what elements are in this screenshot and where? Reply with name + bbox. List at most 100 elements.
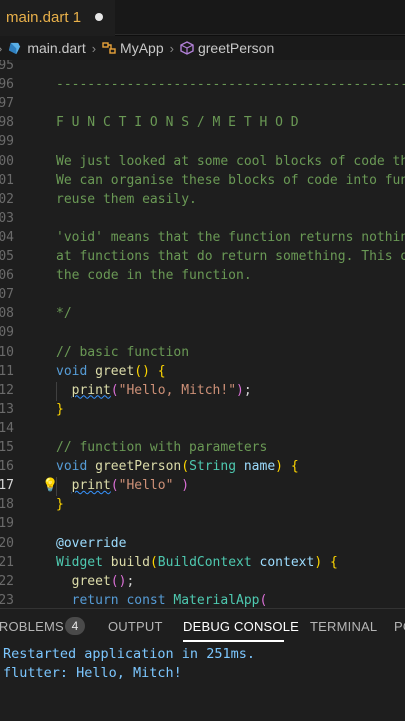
- line-number: 107: [0, 287, 14, 303]
- code-line[interactable]: 120 @override: [0, 534, 405, 553]
- method-symbol-icon: [180, 41, 194, 55]
- lightbulb-icon[interactable]: 💡: [42, 478, 58, 493]
- line-number: 98: [0, 115, 14, 131]
- code-line[interactable]: 96 --------------------------------------…: [0, 75, 405, 94]
- code-text: the code in the function.: [56, 268, 252, 284]
- code-text: F U N C T I O N S / M E T H O D: [56, 115, 299, 131]
- code-line[interactable]: 103: [0, 209, 405, 228]
- code-line[interactable]: 100 We just looked at some cool blocks of…: [0, 152, 405, 171]
- chevron-right-icon: ›: [91, 40, 97, 56]
- line-number: 102: [0, 191, 14, 207]
- line-number: 99: [0, 134, 14, 150]
- code-line[interactable]: 111 void greet() {: [0, 362, 405, 381]
- code-text: */: [56, 306, 72, 322]
- line-number: 113: [0, 401, 14, 417]
- code-line[interactable]: 119: [0, 514, 405, 533]
- line-number: 115: [0, 440, 14, 455]
- tab-ports[interactable]: PORTS: [394, 619, 405, 634]
- code-text: // function with parameters: [56, 440, 268, 455]
- code-line[interactable]: 123 return const MaterialApp(: [0, 591, 405, 608]
- line-number: 104: [0, 229, 14, 245]
- class-symbol-icon: [102, 42, 116, 54]
- code-text: }: [56, 401, 64, 417]
- code-text: void greet() {: [56, 363, 166, 379]
- line-number: 96: [0, 77, 14, 93]
- line-number: 110: [0, 344, 14, 360]
- code-line[interactable]: 108 */: [0, 304, 405, 323]
- code-line[interactable]: 118}: [0, 495, 405, 514]
- code-text: print("Hello" ): [71, 478, 190, 494]
- code-line[interactable]: 107: [0, 285, 405, 304]
- code-line[interactable]: 95: [0, 60, 405, 75]
- tab-terminal[interactable]: TERMINAL: [310, 619, 377, 634]
- line-number: 95: [0, 60, 14, 73]
- breadcrumb-class[interactable]: MyApp: [102, 40, 164, 56]
- code-text: void greetPerson(String name) {: [56, 459, 299, 475]
- tab-problems[interactable]: PROBLEMS: [0, 619, 64, 634]
- code-text: return const MaterialApp(: [71, 592, 268, 608]
- line-number: 117: [0, 478, 14, 494]
- code-line[interactable]: 117 print("Hello" ): [0, 476, 405, 495]
- line-number: 112: [0, 382, 14, 398]
- active-tab-indicator: [183, 640, 284, 642]
- code-text: We just looked at some cool blocks of co…: [56, 153, 405, 169]
- line-number: 106: [0, 268, 14, 284]
- code-line[interactable]: 101 We can organise these blocks of code …: [0, 171, 405, 190]
- line-number: 109: [0, 325, 14, 341]
- unsaved-dot-icon[interactable]: [95, 13, 104, 21]
- line-number: 114: [0, 420, 14, 436]
- code-line[interactable]: 99: [0, 132, 405, 151]
- line-number: 118: [0, 497, 14, 513]
- line-number: 123: [0, 592, 14, 608]
- breadcrumb-file-label: main.dart: [27, 40, 86, 56]
- line-number: 119: [0, 516, 14, 532]
- code-line[interactable]: 105 at functions that do return something…: [0, 247, 405, 266]
- code-line[interactable]: 113}: [0, 400, 405, 419]
- tab-main-dart[interactable]: main.dart 1: [0, 0, 116, 36]
- line-number: 103: [0, 210, 14, 226]
- code-line[interactable]: 110 // basic function: [0, 343, 405, 362]
- line-number: 116: [0, 459, 14, 475]
- line-number: 105: [0, 249, 14, 264]
- code-text: ----------------------------------------…: [56, 77, 405, 93]
- code-line[interactable]: 102 reuse them easily.: [0, 190, 405, 209]
- line-number: 108: [0, 306, 14, 322]
- code-line[interactable]: 109: [0, 323, 405, 342]
- code-text: at functions that do return something. T…: [56, 249, 405, 264]
- line-number: 120: [0, 535, 14, 551]
- code-text: @override: [56, 535, 127, 551]
- code-line[interactable]: 97: [0, 94, 405, 113]
- breadcrumb-method-label: greetPerson: [197, 40, 275, 56]
- code-line[interactable]: 122 greet();: [0, 572, 405, 591]
- code-line[interactable]: 115 // function with parameters: [0, 438, 405, 457]
- console-line: flutter: Hello, Mitch!: [3, 665, 182, 681]
- code-line[interactable]: 114: [0, 419, 405, 438]
- code-line[interactable]: 98 F U N C T I O N S / M E T H O D: [0, 113, 405, 132]
- tab-label: main.dart 1: [6, 8, 82, 26]
- code-text: greet();: [71, 573, 135, 589]
- problems-count-badge: 4: [65, 617, 85, 635]
- line-number: 97: [0, 96, 14, 112]
- line-number: 122: [0, 573, 14, 589]
- code-line[interactable]: 116 void greetPerson(String name) {: [0, 457, 405, 476]
- code-text: Widget build(BuildContext context) {: [56, 554, 338, 570]
- breadcrumb-method[interactable]: greetPerson: [180, 40, 274, 56]
- code-line[interactable]: 121 Widget build(BuildContext context) {: [0, 553, 405, 572]
- breadcrumb: › main.dart › MyApp › greetPerson: [0, 36, 405, 60]
- chevron-right-icon: ›: [0, 41, 2, 56]
- code-line[interactable]: 104 'void' means that the function return…: [0, 228, 405, 247]
- code-line[interactable]: 106 the code in the function.: [0, 266, 405, 285]
- breadcrumb-file[interactable]: main.dart: [8, 40, 86, 56]
- tab-output[interactable]: OUTPUT: [108, 619, 163, 634]
- code-line[interactable]: 112 print("Hello, Mitch!");: [0, 381, 405, 400]
- code-text: reuse them easily.: [56, 191, 197, 207]
- tab-debug-console[interactable]: DEBUG CONSOLE: [183, 619, 299, 634]
- code-editor[interactable]: 95 96 ------------------------------------…: [0, 60, 405, 608]
- line-number: 101: [0, 172, 14, 188]
- line-number: 121: [0, 554, 14, 570]
- code-text: }: [56, 497, 64, 513]
- breadcrumb-class-label: MyApp: [120, 40, 164, 56]
- panel-tabs: PROBLEMS 4 OUTPUT DEBUG CONSOLE TERMINAL…: [0, 609, 405, 643]
- code-text: print("Hello, Mitch!");: [71, 382, 252, 398]
- line-number: 100: [0, 153, 14, 169]
